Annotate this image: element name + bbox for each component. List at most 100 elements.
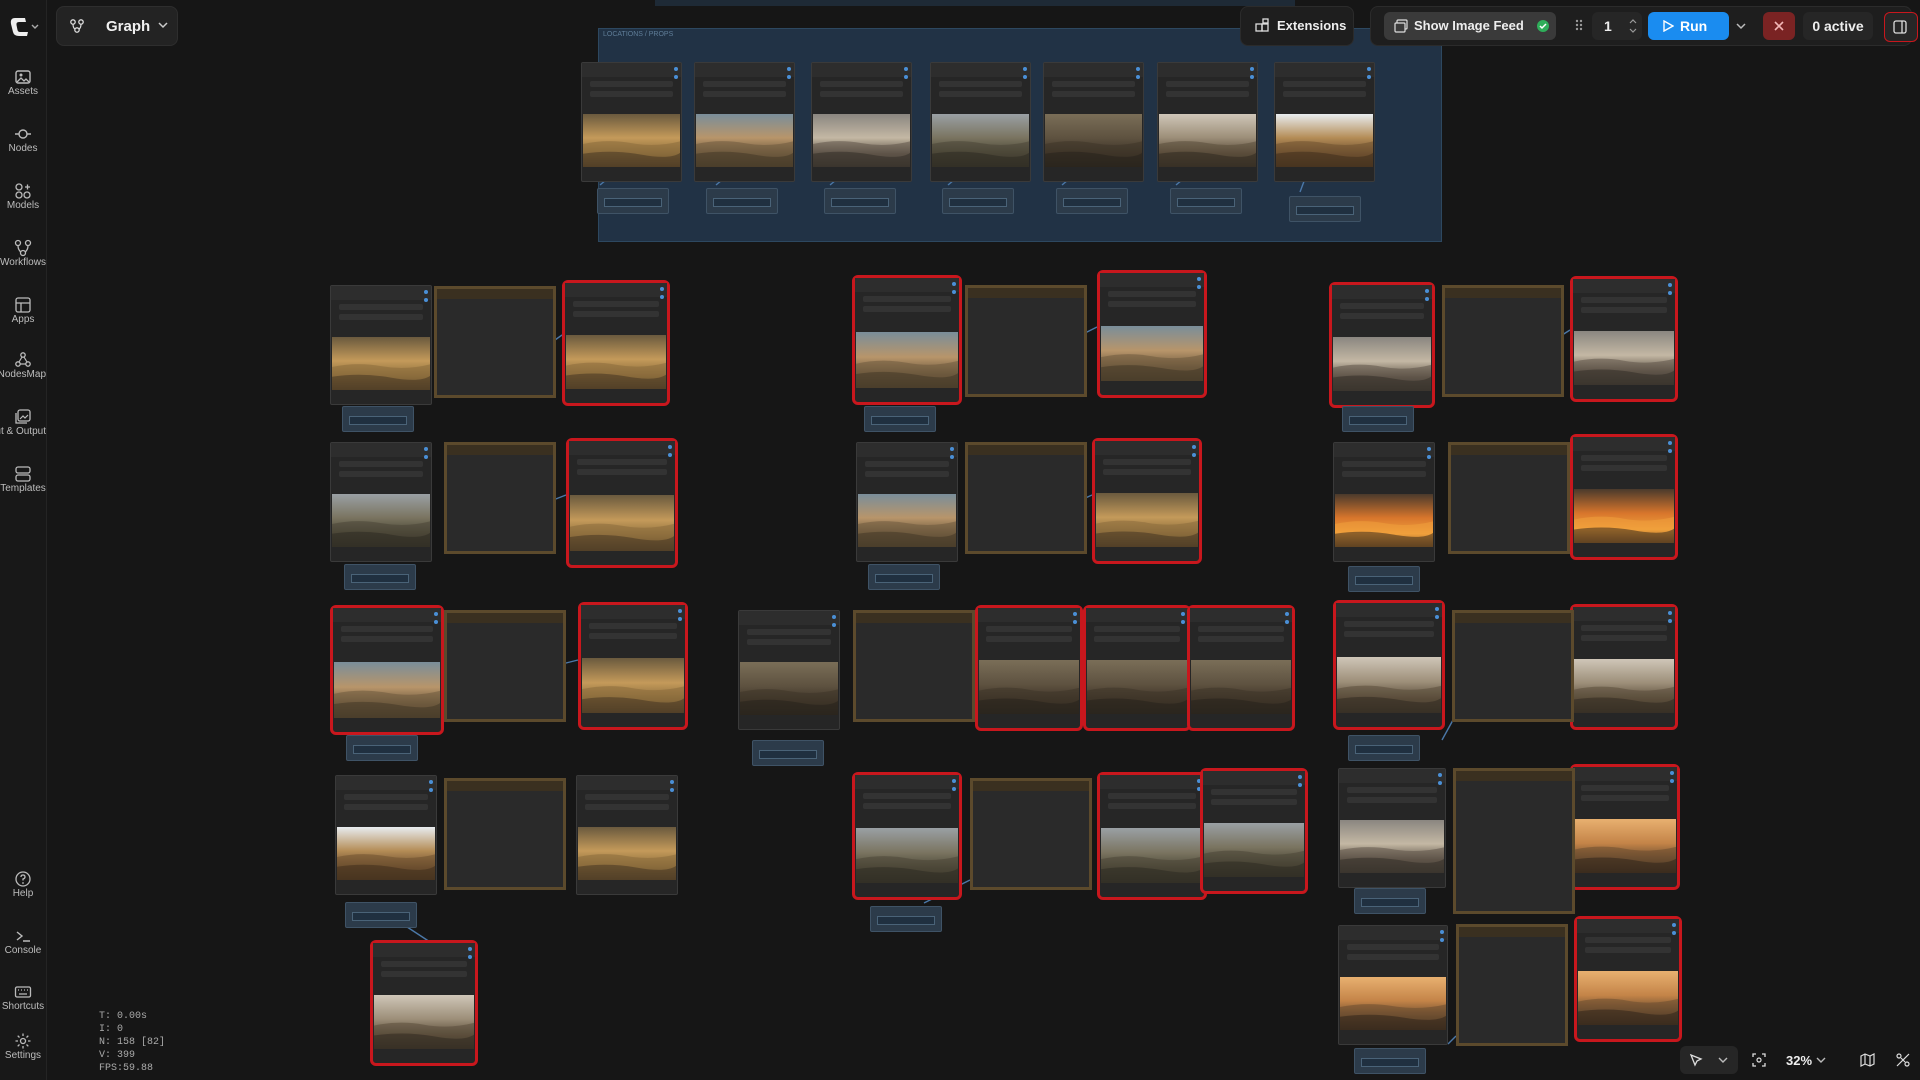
node-header[interactable]	[856, 613, 972, 623]
image-preview-node[interactable]	[1570, 604, 1678, 730]
node-widget[interactable]	[339, 304, 423, 310]
node-input-field[interactable]	[1063, 198, 1121, 207]
output-slot[interactable]	[1367, 75, 1371, 79]
node-widget[interactable]	[577, 459, 667, 465]
node-widget[interactable]	[1094, 636, 1180, 642]
output-slot[interactable]	[434, 620, 438, 624]
node-header[interactable]	[565, 283, 667, 297]
minimap-icon[interactable]	[1860, 1053, 1875, 1067]
node-widget[interactable]	[1108, 301, 1196, 307]
drag-handle-icon[interactable]	[1574, 18, 1584, 32]
node-widget[interactable]	[1211, 799, 1297, 805]
output-slot[interactable]	[1670, 779, 1674, 783]
image-preview-node[interactable]	[852, 275, 962, 405]
output-slot[interactable]	[952, 787, 956, 791]
node-widget[interactable]	[1344, 621, 1434, 627]
node-header[interactable]	[1573, 279, 1675, 293]
load-input-node[interactable]	[1342, 406, 1414, 432]
image-preview-node[interactable]	[694, 62, 795, 182]
node-input-field[interactable]	[1349, 416, 1407, 425]
node-header[interactable]	[1190, 608, 1292, 622]
image-preview-node[interactable]	[1274, 62, 1375, 182]
chevron-down-icon[interactable]	[1718, 1055, 1728, 1065]
prompt-text-node[interactable]	[965, 442, 1087, 554]
node-input-field[interactable]	[353, 745, 411, 754]
output-slot[interactable]	[1073, 612, 1077, 616]
node-widget[interactable]	[939, 91, 1022, 97]
node-widget[interactable]	[585, 794, 669, 800]
output-slot[interactable]	[904, 75, 908, 79]
output-slot[interactable]	[468, 947, 472, 951]
output-slot[interactable]	[674, 75, 678, 79]
output-slot[interactable]	[1670, 771, 1674, 775]
output-slot[interactable]	[429, 780, 433, 784]
node-input-field[interactable]	[713, 198, 771, 207]
node-header[interactable]	[968, 445, 1084, 455]
image-preview-node[interactable]	[1187, 605, 1295, 731]
node-input-field[interactable]	[1355, 576, 1413, 585]
node-widget[interactable]	[703, 91, 786, 97]
node-widget[interactable]	[339, 314, 423, 320]
image-preview-node[interactable]	[1338, 925, 1448, 1045]
prompt-text-node[interactable]	[1442, 285, 1564, 397]
node-widget[interactable]	[820, 81, 903, 87]
node-widget[interactable]	[863, 296, 951, 302]
load-input-node[interactable]	[1348, 566, 1420, 592]
image-preview-node[interactable]	[1092, 438, 1202, 564]
load-input-node[interactable]	[942, 188, 1014, 214]
node-header[interactable]	[739, 611, 839, 625]
image-preview-node[interactable]	[576, 775, 678, 895]
node-widget[interactable]	[1166, 81, 1249, 87]
output-slot[interactable]	[1136, 67, 1140, 71]
node-header[interactable]	[1044, 63, 1143, 77]
node-input-field[interactable]	[1355, 745, 1413, 754]
image-preview-node[interactable]	[370, 940, 478, 1066]
node-widget[interactable]	[1347, 797, 1437, 803]
sidebar-item-assets[interactable]: Assets	[0, 62, 46, 114]
sidebar-item-input-output[interactable]: Input & Output	[0, 402, 46, 454]
node-widget[interactable]	[344, 794, 428, 800]
image-preview-node[interactable]	[1570, 276, 1678, 402]
load-input-node[interactable]	[342, 406, 414, 432]
node-widget[interactable]	[986, 626, 1072, 632]
queue-count-stepper[interactable]: 1	[1592, 12, 1642, 40]
node-header[interactable]	[569, 441, 675, 455]
node-widget[interactable]	[1340, 303, 1424, 309]
sidebar-item-templates[interactable]: Templates	[0, 459, 46, 511]
image-preview-node[interactable]	[581, 62, 682, 182]
load-input-node[interactable]	[345, 902, 417, 928]
sidebar-item-nodes[interactable]: Nodes	[0, 119, 46, 171]
node-widget[interactable]	[1198, 636, 1284, 642]
output-slot[interactable]	[1285, 612, 1289, 616]
node-header[interactable]	[447, 781, 563, 791]
node-widget[interactable]	[589, 633, 677, 639]
output-slot[interactable]	[424, 447, 428, 451]
prompt-text-node[interactable]	[434, 286, 556, 398]
node-widget[interactable]	[577, 469, 667, 475]
node-widget[interactable]	[1108, 291, 1196, 297]
prompt-text-node[interactable]	[444, 610, 566, 722]
node-input-field[interactable]	[877, 916, 935, 925]
node-header[interactable]	[1100, 273, 1204, 287]
node-widget[interactable]	[1585, 947, 1671, 953]
output-slot[interactable]	[832, 615, 836, 619]
node-header[interactable]	[581, 605, 685, 619]
load-input-node[interactable]	[346, 735, 418, 761]
node-header[interactable]	[1095, 441, 1199, 455]
prompt-text-node[interactable]	[1452, 610, 1574, 722]
node-widget[interactable]	[1094, 626, 1180, 632]
node-header[interactable]	[1336, 603, 1442, 617]
node-input-field[interactable]	[351, 574, 409, 583]
image-preview-node[interactable]	[1083, 605, 1191, 731]
image-preview-node[interactable]	[1570, 434, 1678, 560]
node-widget[interactable]	[1340, 313, 1424, 319]
node-widget[interactable]	[381, 961, 467, 967]
stepper-arrows-icon[interactable]	[1628, 16, 1638, 36]
node-header[interactable]	[857, 443, 957, 457]
prompt-text-node[interactable]	[444, 442, 556, 554]
output-slot[interactable]	[832, 623, 836, 627]
hide-links-icon[interactable]	[1896, 1053, 1910, 1067]
output-slot[interactable]	[1250, 67, 1254, 71]
output-slot[interactable]	[1438, 773, 1442, 777]
node-widget[interactable]	[1581, 625, 1667, 631]
